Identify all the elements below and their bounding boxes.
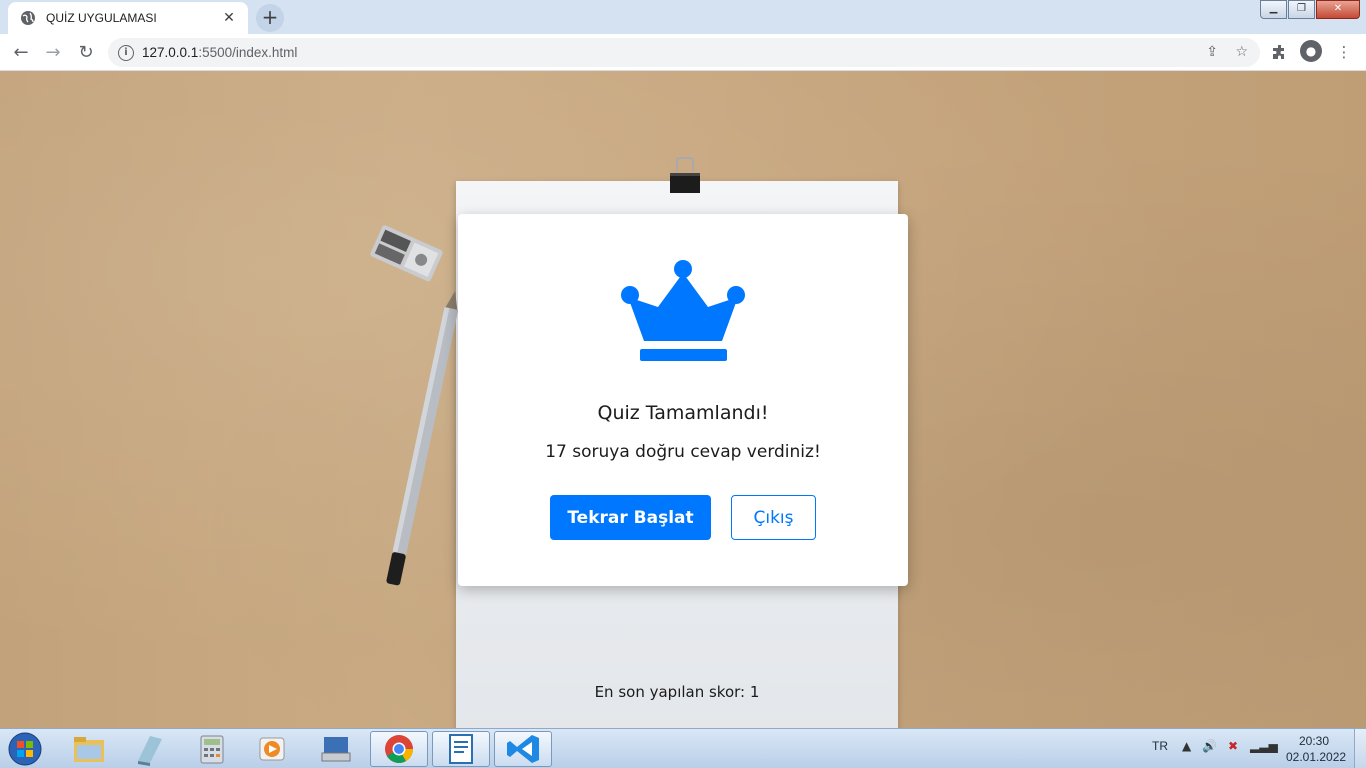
window-controls: ▁ ❐ ✕ — [1259, 0, 1360, 19]
url-text[interactable]: 127.0.0.1:5500/index.html — [142, 45, 297, 60]
result-title: Quiz Tamamlandı! — [597, 402, 769, 424]
close-tab-icon[interactable]: ✕ — [220, 10, 238, 26]
binder-clip-image — [670, 157, 700, 193]
exit-button[interactable]: Çıkış — [731, 495, 816, 540]
sharpener-image — [370, 225, 443, 282]
notepad-icon — [138, 736, 162, 766]
chrome-icon — [385, 735, 413, 763]
volume-icon[interactable]: 🔊 — [1202, 739, 1217, 753]
taskbar-notes[interactable] — [120, 731, 178, 767]
menu-icon[interactable]: ⋮ — [1332, 40, 1356, 64]
extensions-icon[interactable] — [1268, 40, 1292, 64]
browser-toolbar: ← → ↻ i 127.0.0.1:5500/index.html ⇪ ☆ ● … — [0, 34, 1366, 71]
language-indicator[interactable]: TR — [1152, 739, 1168, 753]
keyboard-icon — [321, 737, 351, 762]
network-warning-icon[interactable]: ✖ — [1228, 739, 1238, 753]
bookmark-star-icon[interactable]: ☆ — [1235, 38, 1248, 67]
address-bar[interactable]: i 127.0.0.1:5500/index.html ⇪ ☆ — [108, 38, 1260, 67]
restore-button[interactable]: ❐ — [1288, 0, 1315, 19]
taskbar-media-player[interactable] — [242, 731, 300, 767]
pencil-image — [386, 290, 459, 586]
taskbar-writer[interactable] — [432, 731, 490, 767]
tab-quiz[interactable]: QUİZ UYGULAMASI ✕ — [8, 2, 248, 34]
minimize-button[interactable]: ▁ — [1260, 0, 1287, 19]
taskbar-chrome[interactable] — [370, 731, 428, 767]
taskbar: TR ▲ 🔊 ✖ ▂▃▅ 20:30 02.01.2022 — [0, 728, 1366, 768]
clock-time[interactable]: 20:30 — [1286, 734, 1342, 748]
forward-icon[interactable]: → — [40, 40, 66, 66]
new-tab-button[interactable]: + — [256, 4, 284, 32]
close-window-button[interactable]: ✕ — [1316, 0, 1360, 19]
reload-icon[interactable]: ↻ — [73, 40, 99, 66]
page-viewport: Quiz Tamamlandı! 17 soruya doğru cevap v… — [0, 71, 1366, 728]
result-message: 17 soruya doğru cevap verdiniz! — [545, 442, 821, 462]
start-orb-icon[interactable] — [4, 731, 46, 767]
media-player-icon — [259, 737, 285, 761]
taskbar-remote[interactable] — [306, 731, 364, 767]
tab-title: QUİZ UYGULAMASI — [46, 11, 157, 25]
tab-strip: QUİZ UYGULAMASI ✕ + ▁ ❐ ✕ — [0, 0, 1366, 34]
last-score-text: En son yapılan skor: 1 — [594, 683, 760, 701]
share-icon[interactable]: ⇪ — [1206, 38, 1218, 67]
calculator-icon — [200, 735, 224, 764]
restart-button[interactable]: Tekrar Başlat — [550, 495, 711, 540]
taskbar-vscode[interactable] — [494, 731, 552, 767]
crown-icon — [621, 260, 745, 361]
site-info-icon[interactable]: i — [118, 44, 134, 61]
taskbar-explorer[interactable] — [60, 731, 118, 767]
signal-icon[interactable]: ▂▃▅ — [1250, 739, 1278, 753]
globe-icon — [21, 11, 35, 25]
profile-icon[interactable]: ● — [1300, 40, 1324, 64]
clock-date[interactable]: 02.01.2022 — [1286, 750, 1346, 764]
taskbar-calculator[interactable] — [182, 731, 240, 767]
tray-expand-icon[interactable]: ▲ — [1182, 739, 1191, 753]
show-desktop-button[interactable] — [1354, 729, 1366, 768]
vscode-icon — [507, 735, 539, 763]
document-icon — [449, 734, 473, 764]
back-icon[interactable]: ← — [8, 40, 34, 66]
folder-icon — [74, 737, 104, 762]
